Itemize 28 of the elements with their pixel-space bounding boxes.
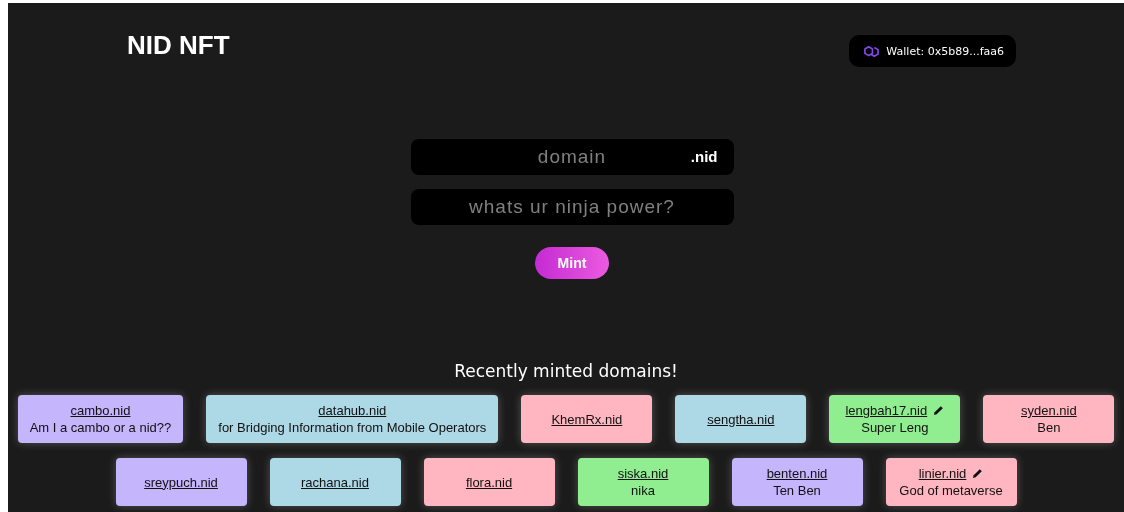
- domain-link[interactable]: rachana.nid: [301, 473, 369, 491]
- domain-record: Super Leng: [861, 419, 929, 436]
- tld-label: .nid: [690, 148, 718, 165]
- domain-record: Ben: [1037, 419, 1061, 436]
- domain-link[interactable]: flora.nid: [465, 473, 513, 491]
- domain-record: Ten Ben: [773, 482, 821, 499]
- chain-link-icon: [863, 43, 881, 59]
- power-field[interactable]: whats ur ninja power?: [410, 189, 734, 225]
- domain-link[interactable]: sengtha.nid: [707, 410, 775, 428]
- domain-link[interactable]: syden.nid: [1021, 402, 1077, 419]
- domain-link[interactable]: sreypuch.nid: [144, 473, 218, 491]
- site-title: NID NFT: [127, 29, 230, 61]
- domain-link[interactable]: datahub.nid: [318, 402, 387, 419]
- domain-link[interactable]: cambo.nid: [70, 402, 131, 419]
- pencil-icon[interactable]: [933, 405, 945, 416]
- domain-record: nika: [631, 482, 655, 499]
- domain-link[interactable]: siska.nid: [617, 465, 669, 482]
- domain-link[interactable]: benten.nid: [766, 465, 828, 482]
- domain-link[interactable]: linier.nid: [918, 465, 967, 482]
- domain-link[interactable]: lengbah17.nid: [845, 402, 928, 419]
- domain-record: God of metaverse: [899, 482, 1003, 499]
- domain-record: Am I a cambo or a nid??: [29, 419, 172, 436]
- wallet-badge[interactable]: Wallet: 0x5b89...faa6: [849, 35, 1016, 67]
- section-heading: Recently minted domains!: [454, 361, 678, 381]
- pencil-icon[interactable]: [972, 468, 984, 479]
- mint-button[interactable]: Mint: [535, 247, 609, 279]
- domain-link[interactable]: KhemRx.nid: [551, 410, 623, 428]
- domain-record: for Bridging Information from Mobile Operators: [218, 419, 487, 436]
